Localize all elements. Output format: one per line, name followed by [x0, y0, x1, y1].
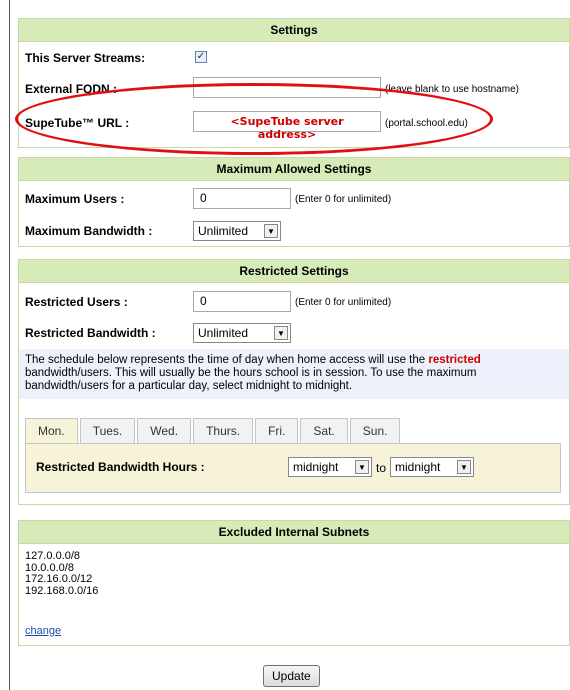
max-users-label: Maximum Users :: [25, 192, 125, 206]
schedule-note-emphasis: restricted: [428, 354, 481, 366]
fqdn-input[interactable]: [193, 77, 381, 98]
chevron-down-icon: ▼: [457, 460, 471, 474]
streams-row: This Server Streams: ✓: [19, 47, 569, 67]
chevron-down-icon: ▼: [264, 224, 278, 238]
fqdn-row: External FQDN : (leave blank to use host…: [19, 77, 569, 101]
url-row: SupeTube™ URL : <SupeTube server address…: [19, 111, 569, 141]
restricted-bandwidth-row: Restricted Bandwidth : Unlimited ▼: [19, 322, 569, 344]
schedule-note: The schedule below represents the time o…: [19, 349, 569, 399]
hours-from-value: midnight: [293, 460, 339, 474]
tab-mon[interactable]: Mon.: [25, 418, 78, 443]
tab-sat[interactable]: Sat.: [300, 418, 348, 443]
restricted-users-row: Restricted Users : 0 (Enter 0 for unlimi…: [19, 291, 569, 313]
tab-sun[interactable]: Sun.: [349, 418, 401, 443]
restricted-users-input[interactable]: 0: [193, 291, 291, 312]
hours-to-select[interactable]: midnight ▼: [390, 457, 474, 477]
fqdn-label: External FQDN :: [25, 82, 118, 96]
restricted-bandwidth-select[interactable]: Unlimited ▼: [193, 323, 291, 343]
streams-checkbox[interactable]: ✓: [195, 51, 207, 63]
tab-panel-mon: Restricted Bandwidth Hours : midnight ▼ …: [25, 443, 561, 493]
subnets-section: Excluded Internal Subnets 127.0.0.0/8 10…: [18, 520, 570, 646]
schedule-tabs: Mon. Tues. Wed. Thurs. Fri. Sat. Sun. Re…: [25, 418, 561, 494]
list-item: 192.168.0.0/16: [25, 584, 99, 597]
list-item: 172.16.0.0/12: [25, 573, 93, 585]
hours-from-select[interactable]: midnight ▼: [288, 457, 372, 477]
url-hint: (portal.school.edu): [385, 118, 468, 129]
restricted-bandwidth-value: Unlimited: [198, 326, 249, 340]
hours-label: Restricted Bandwidth Hours :: [36, 460, 205, 474]
schedule-note-text-end: bandwidth/users. This will usually be th…: [25, 367, 477, 392]
tab-thurs[interactable]: Thurs.: [193, 418, 254, 443]
list-item: 127.0.0.0/8: [25, 550, 81, 562]
hours-to-value: midnight: [395, 460, 441, 474]
change-subnets-link[interactable]: change: [25, 625, 61, 637]
settings-section: Settings This Server Streams: ✓ External…: [18, 18, 570, 148]
subnets-list: 127.0.0.0/8 10.0.0.0/8 172.16.0.0/12 192…: [25, 550, 99, 597]
tab-wed[interactable]: Wed.: [137, 418, 192, 443]
tab-tues[interactable]: Tues.: [79, 418, 136, 443]
max-users-hint: (Enter 0 for unlimited): [295, 194, 392, 205]
settings-header: Settings: [19, 19, 569, 42]
tab-fri[interactable]: Fri.: [255, 418, 299, 443]
restricted-users-label: Restricted Users :: [25, 295, 128, 309]
restricted-section: Restricted Settings Restricted Users : 0…: [18, 259, 570, 505]
update-button[interactable]: Update: [263, 665, 320, 687]
max-bandwidth-label: Maximum Bandwidth :: [25, 224, 153, 238]
max-users-input[interactable]: 0: [193, 188, 291, 209]
restricted-header: Restricted Settings: [19, 260, 569, 283]
maximum-header: Maximum Allowed Settings: [19, 158, 569, 181]
max-users-row: Maximum Users : 0 (Enter 0 for unlimited…: [19, 188, 569, 210]
chevron-down-icon: ▼: [274, 326, 288, 340]
maximum-section: Maximum Allowed Settings Maximum Users :…: [18, 157, 570, 247]
settings-page: Settings This Server Streams: ✓ External…: [9, 0, 570, 690]
restricted-bandwidth-label: Restricted Bandwidth :: [25, 326, 156, 340]
chevron-down-icon: ▼: [355, 460, 369, 474]
schedule-note-text: The schedule below represents the time o…: [25, 354, 429, 366]
url-label: SupeTube™ URL :: [25, 116, 130, 130]
streams-label: This Server Streams:: [25, 51, 146, 65]
subnets-header: Excluded Internal Subnets: [19, 521, 569, 544]
url-input[interactable]: <SupeTube server address>: [193, 111, 381, 141]
max-bandwidth-value: Unlimited: [198, 224, 249, 238]
hours-to-word: to: [376, 461, 387, 475]
max-bandwidth-select[interactable]: Unlimited ▼: [193, 221, 281, 241]
day-tabs: Mon. Tues. Wed. Thurs. Fri. Sat. Sun.: [25, 418, 402, 443]
max-bandwidth-row: Maximum Bandwidth : Unlimited ▼: [19, 220, 569, 242]
restricted-users-hint: (Enter 0 for unlimited): [295, 297, 392, 308]
fqdn-hint: (leave blank to use hostname): [385, 84, 519, 95]
